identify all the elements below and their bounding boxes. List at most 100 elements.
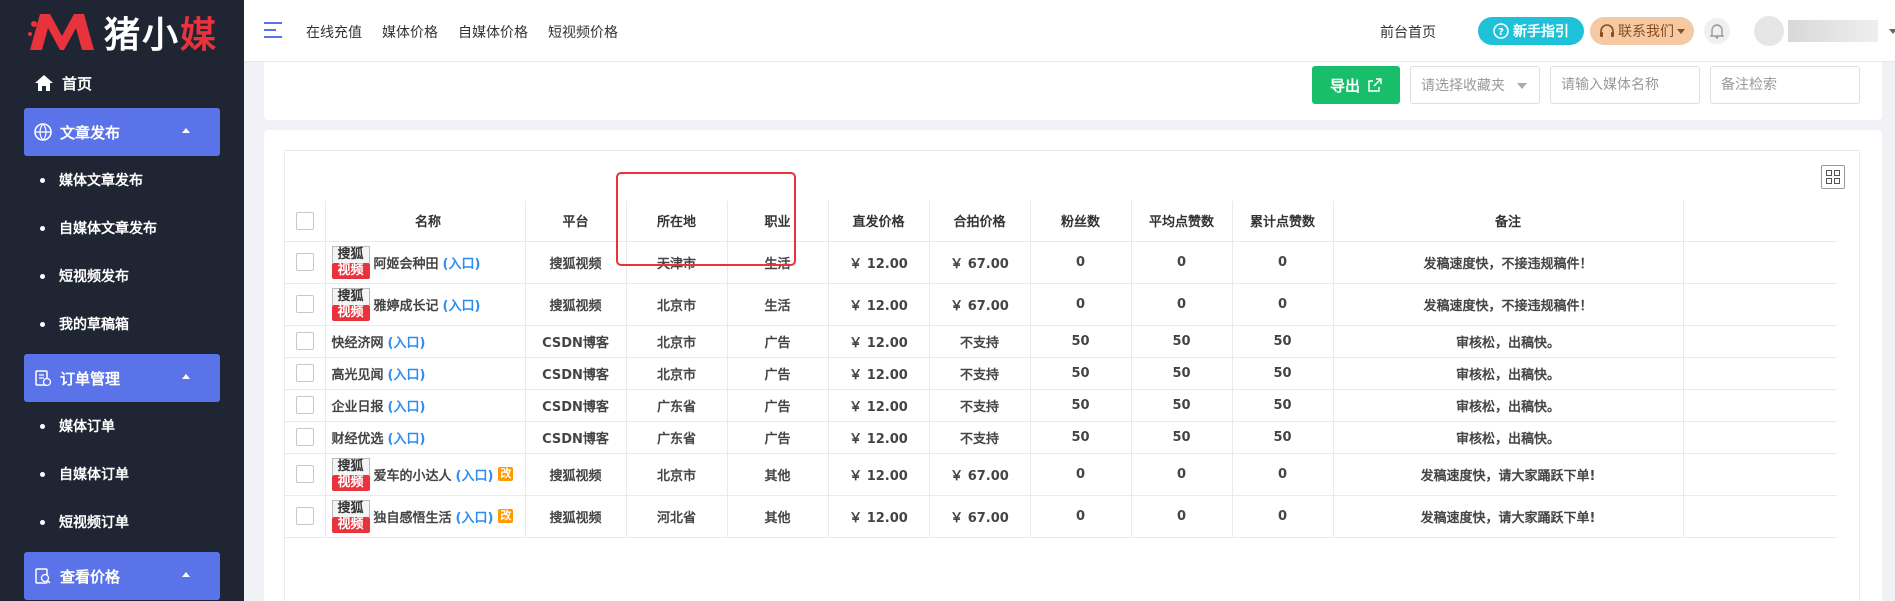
sidebar-item-self-media-orders[interactable]: 自媒体订单 (0, 450, 244, 498)
home-icon (35, 75, 53, 91)
sidebar-group-orders[interactable]: 订单管理 (24, 354, 220, 402)
column-header-avg-likes[interactable]: 平均点赞数 (1131, 201, 1233, 242)
row-checkbox[interactable] (295, 465, 314, 483)
table-header-row: 名称 平台 所在地 职业 直发价格 合拍价格 粉丝数 平均点赞数 累计点赞数 备… (285, 201, 1837, 242)
nav-link-self-media-price[interactable]: 自媒体价格 (458, 22, 528, 42)
cell-note: 审核松，出稿快。 (1333, 389, 1684, 422)
cell-spacer (1683, 325, 1837, 358)
cell-total-likes: 50 (1232, 389, 1334, 422)
row-checkbox[interactable] (295, 332, 314, 350)
bullet-icon (40, 519, 45, 525)
bullet-icon (40, 423, 45, 429)
table-row: 搜狐 视频 爱车的小达人 (入口) 改搜狐视频 北京市 其他 ￥ 12.00 ￥ 67.00 0 0… (285, 453, 1837, 496)
nav-link-short-video-price[interactable]: 短视频价格 (548, 22, 618, 42)
cell-avg-likes: 50 (1131, 389, 1233, 422)
front-home-link[interactable]: 前台首页 (1380, 22, 1436, 42)
chevron-down-icon (1677, 28, 1685, 34)
nav-link-recharge[interactable]: 在线充值 (306, 22, 362, 42)
row-checkbox[interactable] (295, 253, 314, 271)
cell-avg-likes: 0 (1131, 241, 1233, 284)
export-button[interactable]: 导出 (1312, 66, 1400, 104)
cell-spacer (1683, 283, 1837, 326)
column-header-direct-price[interactable]: 直发价格 (828, 201, 930, 242)
media-name-input[interactable] (1550, 66, 1700, 104)
cell-platform: CSDN博客 (525, 325, 627, 358)
cell-job: 其他 (727, 453, 829, 496)
column-header-location[interactable]: 所在地 (626, 201, 728, 242)
chevron-down-icon[interactable] (1889, 29, 1895, 34)
row-select-cell (285, 357, 326, 390)
select-all-checkbox[interactable] (295, 211, 314, 230)
chevron-up-icon (182, 572, 190, 577)
sidebar-item-short-video[interactable]: 短视频发布 (0, 252, 244, 300)
row-checkbox[interactable] (295, 295, 314, 313)
cell-location: 北京市 (626, 325, 728, 358)
logo-m-icon (27, 14, 94, 50)
cell-direct-price: ￥ 12.00 (828, 325, 930, 358)
entry-link[interactable]: (入口) (388, 332, 426, 351)
sidebar-item-self-media-article[interactable]: 自媒体文章发布 (0, 204, 244, 252)
entry-link[interactable]: (入口) (456, 465, 494, 484)
row-checkbox[interactable] (295, 507, 314, 525)
cell-note: 发稿速度快，不接违规稿件！ (1333, 283, 1684, 326)
column-settings-icon[interactable] (1821, 165, 1845, 189)
menu-toggle-icon[interactable] (264, 22, 282, 38)
row-checkbox[interactable] (295, 364, 314, 382)
cell-note: 发稿速度快，请大家踊跃下单! (1333, 495, 1684, 538)
edit-badge[interactable]: 改 (498, 509, 514, 523)
column-header-fans[interactable]: 粉丝数 (1030, 201, 1132, 242)
nav-link-media-price[interactable]: 媒体价格 (382, 22, 438, 42)
column-header-note[interactable]: 备注 (1333, 201, 1684, 242)
column-header-joint-price[interactable]: 合拍价格 (929, 201, 1031, 242)
bell-icon[interactable] (1704, 18, 1730, 44)
cell-location: 河北省 (626, 495, 728, 538)
row-select-cell (285, 241, 326, 284)
price-search-icon (35, 568, 51, 584)
sidebar-item-short-video-orders[interactable]: 短视频订单 (0, 498, 244, 546)
cell-avg-likes: 0 (1131, 495, 1233, 538)
entry-link[interactable]: (入口) (388, 428, 426, 447)
media-name: 独自感悟生活 (373, 510, 452, 526)
sidebar-item-media-orders[interactable]: 媒体订单 (0, 402, 244, 450)
note-search-input[interactable] (1710, 66, 1860, 104)
guide-button[interactable]: ? 新手指引 (1478, 17, 1584, 45)
sidebar-item-media-article[interactable]: 媒体文章发布 (0, 156, 244, 204)
sidebar-item-drafts[interactable]: 我的草稿箱 (0, 300, 244, 348)
avatar[interactable] (1754, 16, 1784, 46)
sidebar-group-prices[interactable]: 查看价格 (24, 552, 220, 600)
sidebar-group-article-publish[interactable]: 文章发布 (24, 108, 220, 156)
media-table-card: 名称 平台 所在地 职业 直发价格 合拍价格 粉丝数 平均点赞数 累计点赞数 备… (264, 130, 1882, 601)
edit-badge[interactable]: 改 (498, 467, 514, 481)
column-header-name[interactable]: 名称 (325, 201, 526, 242)
column-header-platform[interactable]: 平台 (525, 201, 627, 242)
sidebar-item-home[interactable]: 首页 (0, 64, 244, 102)
row-select-cell (285, 495, 326, 538)
row-checkbox[interactable] (295, 396, 314, 414)
cell-location: 北京市 (626, 357, 728, 390)
column-header-job[interactable]: 职业 (727, 201, 829, 242)
row-select-cell (285, 325, 326, 358)
sohu-video-badge-icon: 搜狐 视频 (331, 245, 370, 279)
cell-direct-price: ￥ 12.00 (828, 495, 930, 538)
user-name-redacted[interactable] (1788, 20, 1878, 42)
entry-link[interactable]: (入口) (388, 396, 426, 415)
cell-total-likes: 0 (1232, 453, 1334, 496)
media-name: 爱车的小达人 (373, 468, 452, 484)
entry-link[interactable]: (入口) (443, 253, 481, 272)
row-checkbox[interactable] (295, 428, 314, 446)
column-header-total-likes[interactable]: 累计点赞数 (1232, 201, 1334, 242)
cell-fans: 50 (1030, 389, 1132, 422)
entry-link[interactable]: (入口) (456, 507, 494, 526)
entry-link[interactable]: (入口) (443, 295, 481, 314)
cell-joint-price: 不支持 (929, 325, 1031, 358)
bullet-icon (40, 225, 45, 231)
cell-platform: 搜狐视频 (525, 453, 627, 496)
cell-location: 广东省 (626, 421, 728, 454)
cell-name: 搜狐 视频 阿姬会种田 (入口) (325, 241, 526, 284)
bullet-icon (40, 471, 45, 477)
brand-logo[interactable]: 猪小媒 (0, 0, 244, 64)
cell-name: 高光见闻 (入口) (325, 357, 526, 390)
contact-button[interactable]: 联系我们 (1590, 17, 1694, 45)
favorite-select[interactable]: 请选择收藏夹 (1410, 66, 1540, 104)
entry-link[interactable]: (入口) (388, 364, 426, 383)
